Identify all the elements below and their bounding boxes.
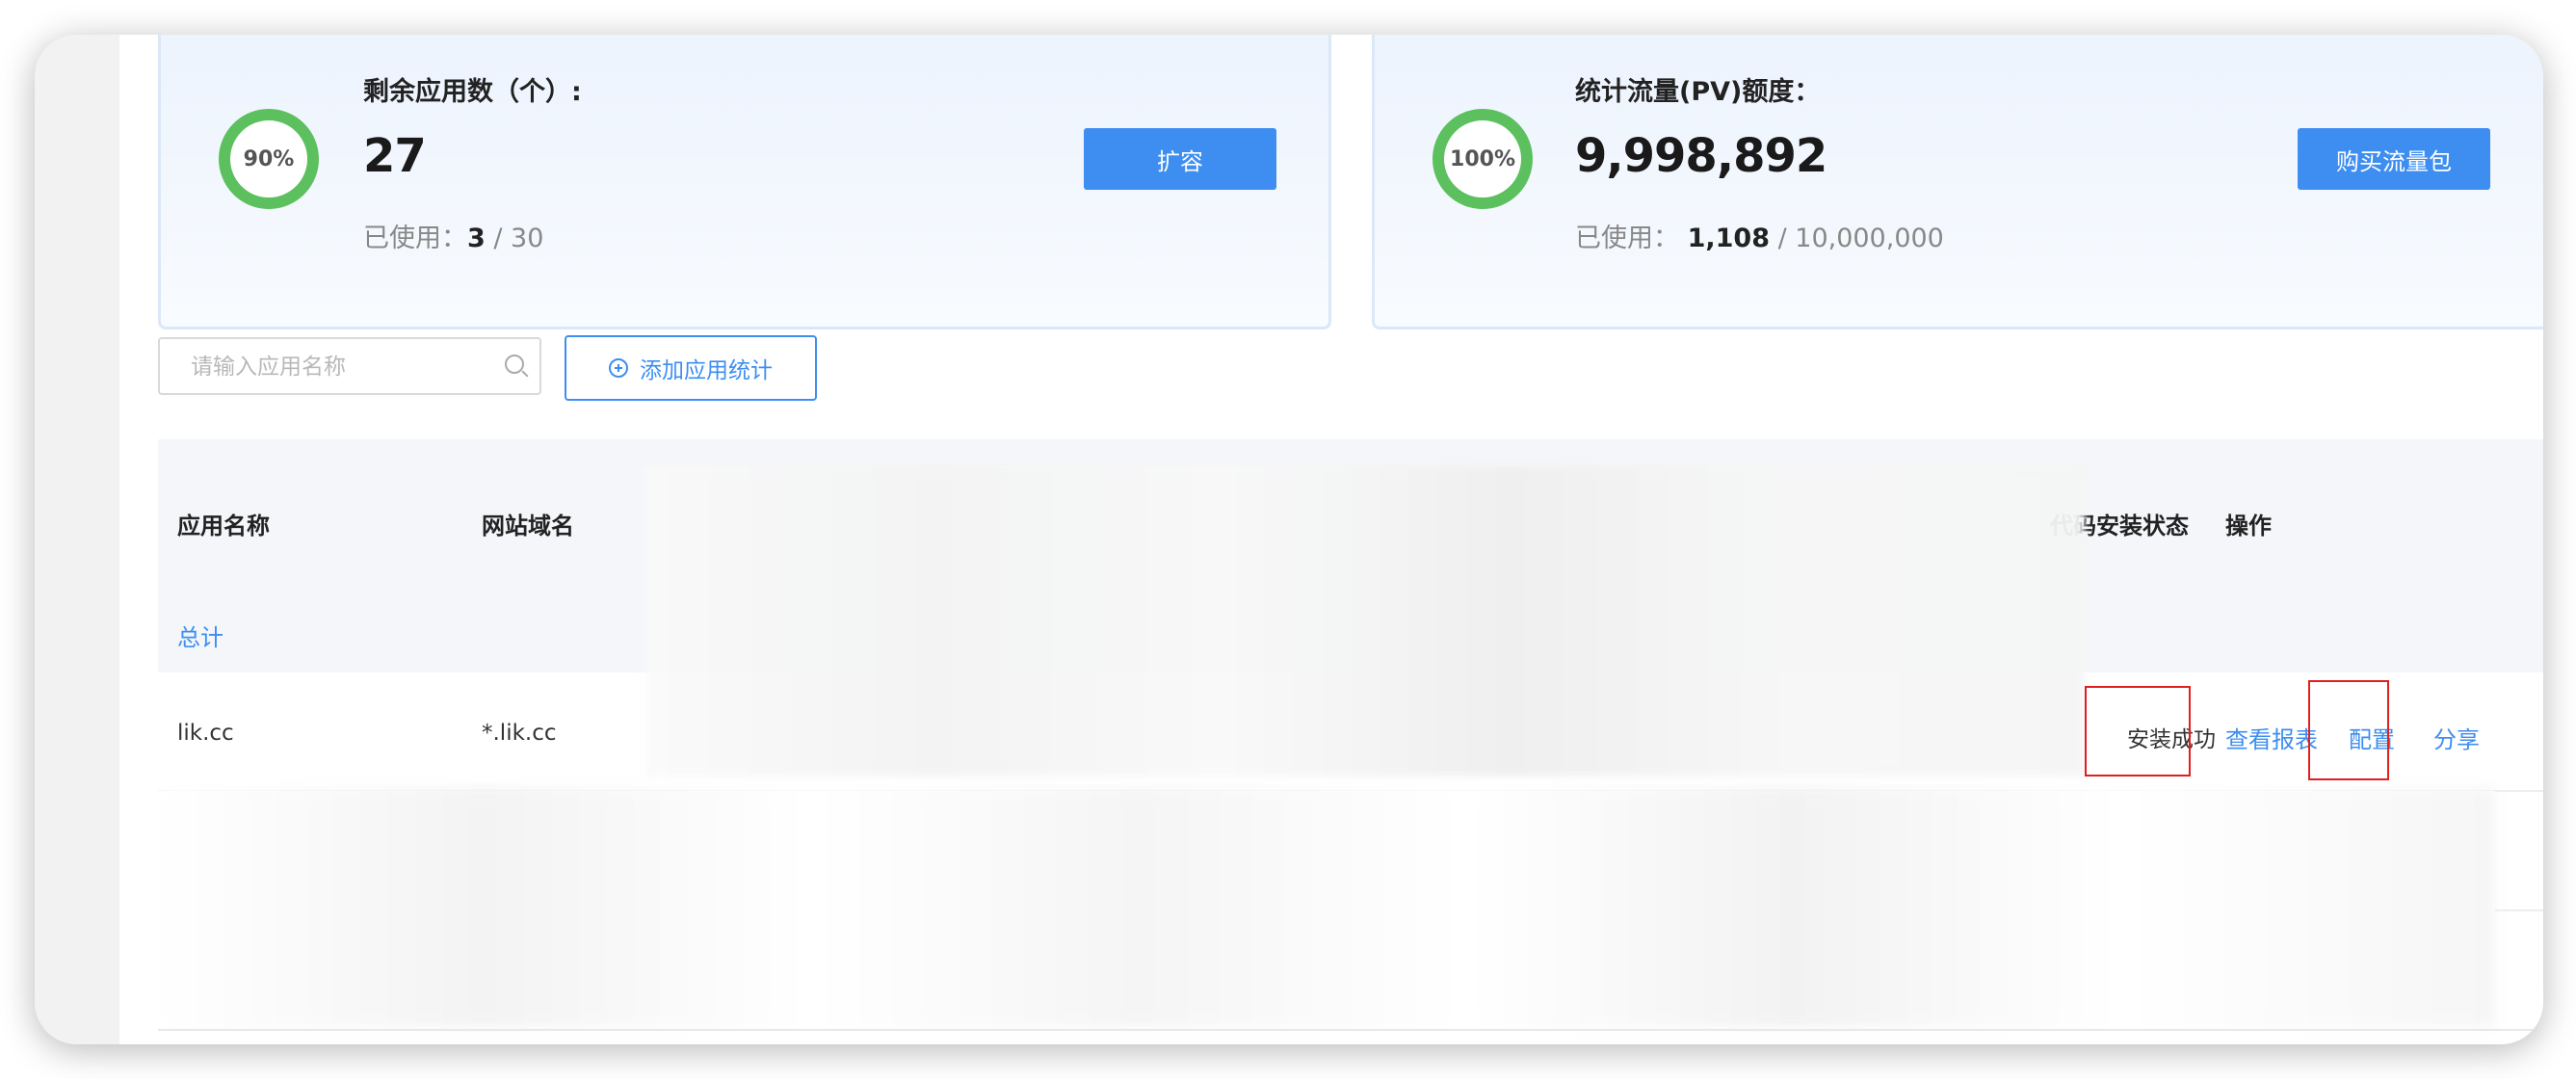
left-rail [35, 35, 119, 1044]
pv-used-label: 已使用： [1575, 224, 1679, 253]
search-input[interactable] [189, 339, 482, 395]
col-app-name: 应用名称 [177, 513, 270, 540]
apps-total-value: / 30 [485, 224, 544, 253]
expand-button[interactable]: 扩容 [1084, 128, 1276, 190]
plus-circle-icon [609, 358, 628, 378]
config-highlight [2308, 680, 2389, 780]
pv-remaining-value: 9,998,892 [1575, 129, 1827, 183]
pv-used-value: 1,108 [1687, 224, 1770, 253]
share-link[interactable]: 分享 [2433, 721, 2480, 754]
redacted-rows [156, 788, 2495, 1027]
row-app-name: lik.cc [177, 721, 234, 746]
apps-used-label: 已使用： [363, 224, 467, 253]
col-actions: 操作 [2225, 513, 2272, 540]
add-app-button[interactable]: 添加应用统计 [565, 335, 817, 401]
apps-usage-ring: 90% [219, 109, 319, 209]
pv-usage-text: 已使用： 1,108 / 10,000,000 [1575, 217, 1944, 254]
pv-usage-percent: 100% [1450, 146, 1515, 171]
pv-quota-title: 统计流量(PV)额度： [1575, 77, 1821, 107]
app-window: 90% 剩余应用数（个）: 27 已使用：3 / 30 扩容 100% 统计流量… [35, 35, 2543, 1044]
total-row-label: 总计 [177, 624, 223, 651]
apps-usage-text: 已使用：3 / 30 [363, 217, 543, 254]
search-box [158, 337, 541, 395]
add-app-label: 添加应用统计 [640, 358, 773, 383]
row-divider [2495, 909, 2543, 911]
apps-usage-percent: 90% [243, 146, 295, 171]
row-divider [2495, 790, 2543, 792]
col-domain: 网站域名 [482, 513, 574, 540]
apps-quota-title: 剩余应用数（个）: [363, 77, 582, 107]
apps-remaining-value: 27 [363, 129, 427, 183]
main-content: 90% 剩余应用数（个）: 27 已使用：3 / 30 扩容 100% 统计流量… [119, 35, 2543, 1044]
view-report-link[interactable]: 查看报表 [2225, 721, 2318, 754]
pv-total-value: / 10,000,000 [1770, 224, 1944, 253]
redacted-columns [645, 466, 2085, 776]
pv-usage-ring: 100% [1433, 109, 1533, 209]
apps-quota-card: 90% 剩余应用数（个）: 27 已使用：3 / 30 扩容 [158, 35, 1331, 329]
search-icon[interactable] [505, 355, 524, 374]
apps-used-value: 3 [467, 224, 486, 253]
pv-quota-card: 100% 统计流量(PV)额度： 9,998,892 已使用： 1,108 / … [1372, 35, 2543, 329]
row-domain: *.lik.cc [482, 721, 557, 746]
table-bottom-border [158, 1029, 2543, 1031]
buy-traffic-button[interactable]: 购买流量包 [2298, 128, 2490, 190]
install-status-highlight [2085, 686, 2191, 776]
